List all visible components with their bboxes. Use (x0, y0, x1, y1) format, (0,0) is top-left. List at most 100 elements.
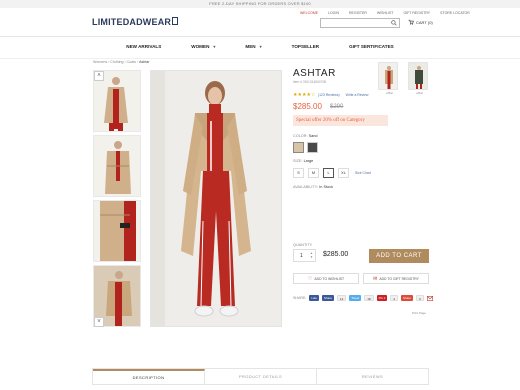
add-to-gift-registry-button[interactable]: ✉ ADD TO GIFT REGISTRY (363, 273, 429, 284)
total-price: $285.00 (323, 251, 349, 258)
logo-text: LIMITEDADWEAR (92, 17, 172, 27)
breadcrumb-current: Ashtar (139, 60, 150, 64)
nav-item-men[interactable]: MEN ▾ (245, 44, 261, 52)
promo-text: FREE 2-DAY SHIPPING FOR ORDERS OVER $100 (209, 1, 311, 6)
color-label-text: COLOR: (293, 134, 308, 138)
gift-icon: ✉ (373, 275, 378, 282)
cart-label: CART (0) (416, 19, 433, 25)
nav-label: MEN (245, 44, 256, 49)
write-review-link[interactable]: Write a Review (346, 93, 369, 97)
nav-item-women[interactable]: WOMEN ▾ (191, 44, 215, 52)
tab-product-details[interactable]: PRODUCT DETAILS (205, 369, 317, 384)
related-caption-2[interactable]: +Pinc (416, 91, 423, 95)
related-product-1[interactable] (378, 62, 398, 90)
header-link-gift-registry[interactable]: GIFT REGISTRY (403, 11, 430, 15)
share-label: SHARE: (293, 296, 307, 300)
thumbnail-2[interactable] (93, 135, 141, 197)
thumbnail-image (94, 201, 140, 261)
tweet-button[interactable]: Tweet (349, 295, 362, 301)
availability: AVAILABILITY: In Stock (293, 185, 333, 189)
product-tabs: DESCRIPTION PRODUCT DETAILS REVIEWS (92, 368, 429, 385)
header-link-welcome: WELCOME (300, 11, 319, 15)
facebook-like-button[interactable]: Like (309, 295, 319, 301)
size-option-xl[interactable]: XL (338, 168, 349, 178)
nav-label: GIFT SERTIFICATES (349, 44, 394, 49)
color-swatch-sand[interactable] (293, 142, 304, 153)
add-to-wishlist-button[interactable]: ♡ ADD TO WISHLIST (293, 273, 359, 284)
size-option-l[interactable]: L (323, 168, 334, 178)
size-label: SIZE: Large (293, 159, 313, 163)
print-page-link[interactable]: Print Page (412, 311, 426, 315)
header-link-register[interactable]: REGISTER (349, 11, 367, 15)
header-link-store-locator[interactable]: STORE LOCATOR (440, 11, 470, 15)
thumbnail-image (94, 136, 140, 196)
tab-description[interactable]: DESCRIPTION (93, 369, 205, 384)
tweet-count: 18 (364, 295, 374, 301)
nav-item-topseller[interactable]: TOPSELLER (292, 44, 319, 52)
related-image (379, 63, 397, 89)
color-value: Sand (308, 134, 318, 138)
cart-icon (408, 19, 414, 25)
header-link-login[interactable]: LOGIN (328, 11, 339, 15)
chevron-down-icon: ▾ (213, 44, 216, 49)
related-image (409, 63, 427, 89)
heart-icon: ♡ (307, 275, 313, 282)
google-share-button[interactable]: Share (400, 295, 413, 301)
header-divider (0, 36, 520, 37)
breadcrumb-path[interactable]: Womens › Clothing › Coats › (93, 60, 139, 64)
chevron-down-icon[interactable]: ˅ (94, 317, 104, 327)
main-nav: NEW ARRIVALS WOMEN ▾ MEN ▾ TOPSELLER GIFT … (0, 44, 520, 52)
share-count: 12 (336, 295, 347, 301)
header-links: WELCOME LOGIN REGISTER WISHLIST GIFT REG… (300, 11, 470, 15)
nav-label: NEW ARRIVALS (126, 44, 162, 49)
quantity-stepper[interactable]: 1 ▲ ▼ (293, 249, 316, 262)
site-logo[interactable]: LIMITEDADWEAR (92, 17, 179, 27)
chevron-up-icon[interactable]: ˄ (94, 71, 104, 81)
thumbnail-gallery: ˄ ˅ (93, 70, 141, 328)
breadcrumb[interactable]: Womens › Clothing › Coats › Ashtar (93, 60, 149, 64)
color-swatch-dark[interactable] (307, 142, 318, 153)
special-offer-banner: Special offer 20% off on Category (293, 115, 388, 126)
reviews-count-link[interactable]: (123 Reviews) (318, 93, 340, 97)
thumbnail-3[interactable] (93, 200, 141, 262)
search-box[interactable] (320, 18, 400, 35)
related-product-2[interactable] (408, 62, 428, 90)
size-value: Large (303, 159, 314, 163)
search-input[interactable] (321, 26, 387, 35)
tab-reviews[interactable]: REVIEWS (317, 369, 428, 384)
promo-banner: FREE 2-DAY SHIPPING FOR ORDERS OVER $100 (0, 0, 520, 8)
nav-item-gift-certificates[interactable]: GIFT SERTIFICATES (349, 44, 394, 52)
nav-divider (0, 58, 520, 59)
quantity-value[interactable]: 1 (300, 253, 303, 259)
size-label-text: SIZE: (293, 159, 303, 163)
email-icon[interactable] (426, 295, 433, 301)
product-photo (151, 71, 281, 326)
main-product-image[interactable] (150, 70, 282, 327)
facebook-share-button[interactable]: Share (321, 295, 334, 301)
pinterest-button[interactable]: Pin it (376, 295, 388, 301)
size-option-s[interactable]: S (293, 168, 304, 178)
nav-item-new-arrivals[interactable]: NEW ARRIVALS (126, 44, 161, 52)
reviews-info: (123 Reviews) Write a Review (318, 93, 368, 97)
nav-label: WOMEN (191, 44, 210, 49)
size-selector: S M L XL Size Chart (293, 168, 371, 178)
nav-label: TOPSELLER (291, 44, 320, 49)
availability-value: In Stock (319, 185, 333, 189)
chevron-down-icon[interactable]: ▼ (309, 255, 314, 260)
related-caption-1[interactable]: +Pinc (386, 91, 393, 95)
quantity-label: QUANTITY (293, 243, 313, 247)
cart-link[interactable]: CART (0) (408, 19, 433, 25)
gift-registry-label: ADD TO GIFT REGISTRY (379, 276, 419, 281)
product-title: ASHTAR (293, 68, 336, 79)
search-icon[interactable] (391, 20, 397, 26)
rating-stars: ★★★★☆ (293, 92, 316, 98)
size-option-m[interactable]: M (308, 168, 319, 178)
add-to-cart-button[interactable]: ADD TO CART (369, 249, 429, 263)
wishlist-label: ADD TO WISHLIST (314, 276, 345, 281)
size-chart-link[interactable]: Size Chart (355, 168, 371, 178)
product-sku: Item # 760131484070B (293, 80, 327, 84)
share-bar: SHARE: Like Share 12 Tweet 18 Pin it 4 S… (293, 295, 433, 301)
color-label: COLOR: Sand (293, 134, 318, 138)
header-link-wishlist[interactable]: WISHLIST (377, 11, 394, 15)
google-share-count: 0 (415, 295, 424, 301)
